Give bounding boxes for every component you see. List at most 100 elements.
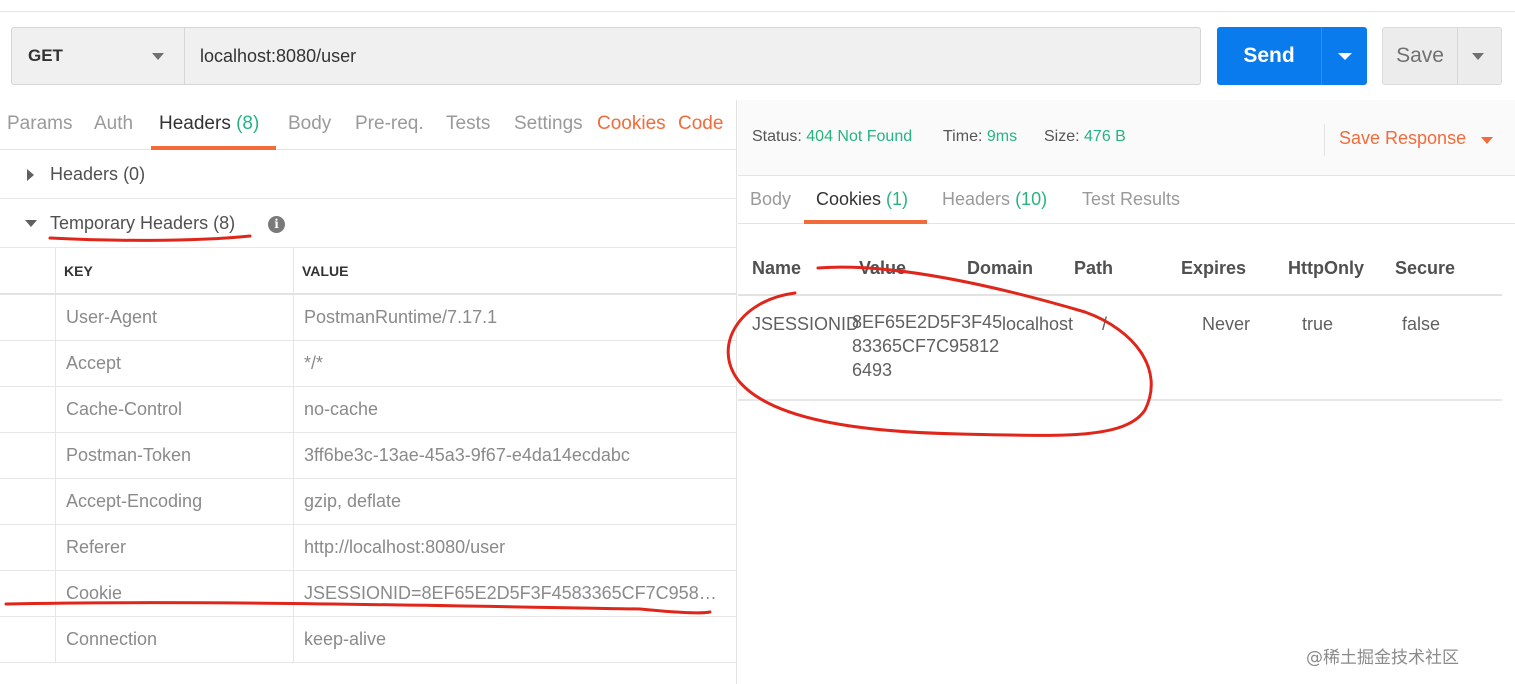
column-divider xyxy=(293,525,294,570)
table-row: Accept */* xyxy=(0,341,736,387)
time-value: 9ms xyxy=(986,128,1018,145)
header-value-text: PostmanRuntime/7.17.1 xyxy=(304,307,498,327)
chevron-down-icon[interactable] xyxy=(1481,137,1493,144)
save-button[interactable]: Save xyxy=(1383,28,1457,84)
header-value: gzip, deflate xyxy=(304,479,726,524)
save-divider xyxy=(1457,28,1458,84)
header-key: Referer xyxy=(66,537,127,557)
watermark: @稀土掘金技术社区 xyxy=(1306,648,1459,668)
headers-table-header: KEY VALUE xyxy=(0,248,736,295)
cookie-httponly: true xyxy=(1302,314,1334,334)
cookie-value: 8EF65E2D5F3F45 83365CF7C95812 6493 xyxy=(852,312,1003,380)
table-row: Referer http://localhost:8080/user xyxy=(0,525,736,571)
method-select[interactable]: GET xyxy=(11,27,185,85)
caret-right-icon xyxy=(27,169,34,181)
tab-response-headers-label: Headers xyxy=(942,189,1011,209)
tab-response-cookies-label: Cookies xyxy=(816,189,882,209)
column-divider xyxy=(293,571,294,616)
tab-test-results[interactable]: Test Results xyxy=(1082,176,1180,224)
tab-headers[interactable]: Headers (8) xyxy=(150,100,277,150)
info-icon[interactable]: i xyxy=(268,216,285,233)
url-input[interactable]: localhost:8080/user xyxy=(185,27,1201,85)
table-row: Connection keep-alive xyxy=(0,617,736,663)
header-value: http://localhost:8080/user xyxy=(304,525,726,570)
row-gutter xyxy=(0,617,56,662)
send-divider xyxy=(1321,27,1322,85)
header-value-text: gzip, deflate xyxy=(304,491,402,511)
table-row: Accept-Encoding gzip, deflate xyxy=(0,479,736,525)
column-header-path: Path xyxy=(1074,258,1114,278)
tab-tests[interactable]: Tests xyxy=(446,100,490,150)
temporary-headers-label: Temporary Headers xyxy=(50,212,209,233)
column-header-value: VALUE xyxy=(302,262,349,279)
header-key: Connection xyxy=(66,629,158,649)
headers-section-count: (0) xyxy=(123,163,146,184)
request-tabs: Params Auth Headers (8) Body Pre-req. Te… xyxy=(0,100,736,150)
header-value-text: keep-alive xyxy=(304,629,387,649)
header-value: PostmanRuntime/7.17.1 xyxy=(304,295,726,340)
send-button[interactable]: Send xyxy=(1217,27,1321,85)
cookies-table-header: Name Value Domain Path Expires HttpOnly … xyxy=(738,248,1502,296)
response-tabs: Body Cookies (1) Headers (10) Test Resul… xyxy=(738,176,1515,224)
status-label: Status: xyxy=(752,128,802,145)
table-row: Cookie JSESSIONID=8EF65E2D5F3F4583365CF7… xyxy=(0,571,736,617)
header-key: Postman-Token xyxy=(66,445,192,465)
tab-response-cookies-count: (1) xyxy=(886,189,909,209)
column-header-expires: Expires xyxy=(1181,258,1247,278)
save-options-chevron-icon[interactable] xyxy=(1472,53,1484,60)
table-row: User-Agent PostmanRuntime/7.17.1 xyxy=(0,295,736,341)
header-value-text: */* xyxy=(304,353,324,373)
header-value-text: http://localhost:8080/user xyxy=(304,537,506,557)
save-button-group: Save xyxy=(1382,27,1502,85)
column-divider xyxy=(293,295,294,340)
send-options-chevron-icon[interactable] xyxy=(1338,53,1352,60)
row-gutter xyxy=(0,341,56,386)
cookies-link[interactable]: Cookies xyxy=(597,100,666,150)
header-value: keep-alive xyxy=(304,617,726,662)
tab-auth[interactable]: Auth xyxy=(94,100,133,150)
top-divider xyxy=(0,11,1515,12)
headers-section-title: Headers (0) xyxy=(50,164,145,185)
cookie-domain: localhost xyxy=(1002,314,1074,334)
header-key: Accept-Encoding xyxy=(66,491,203,511)
tab-pre-request[interactable]: Pre-req. xyxy=(355,100,424,150)
header-key: Cookie xyxy=(66,583,123,603)
tab-body[interactable]: Body xyxy=(288,100,331,150)
tab-response-headers[interactable]: Headers (10) xyxy=(942,176,1047,224)
size-readout: Size: 476 B xyxy=(1044,128,1126,146)
save-response-button[interactable]: Save Response xyxy=(1339,128,1466,149)
cookies-table: Name Value Domain Path Expires HttpOnly … xyxy=(738,248,1502,401)
header-key: User-Agent xyxy=(66,307,158,327)
tab-response-body[interactable]: Body xyxy=(750,176,791,224)
tab-headers-count: (8) xyxy=(236,113,260,134)
row-gutter xyxy=(0,248,56,293)
headers-section-label: Headers xyxy=(50,163,119,184)
header-key: Cache-Control xyxy=(66,399,183,419)
table-row: Cache-Control no-cache xyxy=(0,387,736,433)
temporary-headers-section-toggle[interactable]: Temporary Headers (8) i xyxy=(0,199,736,248)
header-value: 3ff6be3c-13ae-45a3-9f67-e4da14ecdabc xyxy=(304,433,726,478)
cookie-secure: false xyxy=(1402,314,1441,334)
table-row: JSESSIONID 8EF65E2D5F3F45 83365CF7C95812… xyxy=(738,296,1502,401)
header-value-text: no-cache xyxy=(304,399,379,419)
tab-settings[interactable]: Settings xyxy=(514,100,583,150)
header-value-text: 3ff6be3c-13ae-45a3-9f67-e4da14ecdabc xyxy=(304,445,630,465)
row-gutter xyxy=(0,571,56,616)
cookie-path: / xyxy=(1102,314,1108,334)
code-link[interactable]: Code xyxy=(678,100,723,150)
time-label: Time: xyxy=(943,128,983,145)
chevron-down-icon xyxy=(152,53,164,60)
headers-section-toggle[interactable]: Headers (0) xyxy=(0,150,736,199)
temporary-headers-count: (8) xyxy=(213,212,236,233)
response-status-bar: Status: 404 Not Found Time: 9ms Size: 47… xyxy=(738,100,1515,176)
header-key: Accept xyxy=(66,353,122,373)
size-label: Size: xyxy=(1044,128,1080,145)
table-row: Postman-Token 3ff6be3c-13ae-45a3-9f67-e4… xyxy=(0,433,736,479)
tab-response-headers-count: (10) xyxy=(1015,189,1048,209)
tab-params[interactable]: Params xyxy=(7,100,72,150)
request-bar: GET localhost:8080/user Send Save xyxy=(0,0,1515,100)
url-text: localhost:8080/user xyxy=(200,45,357,66)
tab-response-cookies[interactable]: Cookies (1) xyxy=(803,176,928,224)
header-value: */* xyxy=(304,341,726,386)
column-divider xyxy=(293,341,294,386)
